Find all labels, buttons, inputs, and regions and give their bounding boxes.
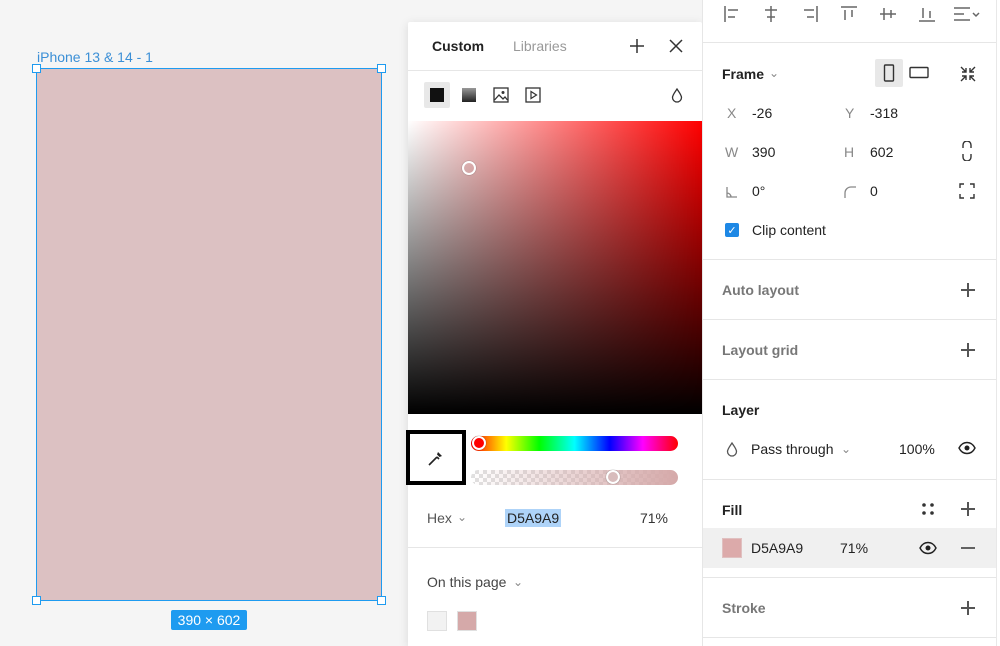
constrain-proportions-icon[interactable] — [961, 141, 973, 161]
align-vertical-center-icon[interactable] — [879, 5, 897, 23]
rotation-input[interactable]: 0° — [752, 183, 765, 199]
solid-fill-icon[interactable] — [424, 82, 450, 108]
remove-fill-icon[interactable] — [960, 541, 976, 555]
x-label: X — [727, 105, 737, 121]
fill-color-swatch[interactable] — [722, 538, 742, 558]
independent-corners-icon[interactable] — [959, 183, 975, 199]
chevron-down-icon[interactable]: ⌄ — [513, 575, 523, 589]
y-input[interactable]: -318 — [870, 105, 898, 121]
eye-icon[interactable] — [919, 541, 937, 555]
hex-input[interactable]: D5A9A9 — [505, 509, 562, 527]
layout-grid-title: Layout grid — [722, 342, 799, 358]
auto-layout-title: Auto layout — [722, 282, 799, 298]
clip-content-checkbox[interactable]: ✓ — [725, 223, 739, 237]
picker-tab-bar: Custom Libraries — [408, 22, 702, 71]
hue-slider[interactable] — [471, 436, 678, 451]
opacity-slider[interactable] — [471, 470, 678, 485]
video-fill-icon[interactable] — [520, 82, 546, 108]
align-left-icon[interactable] — [723, 5, 741, 23]
color-format-label[interactable]: Hex — [427, 510, 452, 526]
tab-custom[interactable]: Custom — [432, 38, 484, 54]
align-right-icon[interactable] — [801, 5, 819, 23]
page-swatch-light[interactable] — [427, 611, 447, 631]
opacity-knob[interactable] — [606, 470, 620, 484]
styles-grid-icon[interactable] — [921, 502, 935, 516]
paint-type-row — [408, 71, 702, 121]
saturation-knob[interactable] — [462, 161, 476, 175]
rotation-icon — [726, 187, 737, 198]
alignment-toolbar — [703, 0, 996, 43]
resize-handle-bottom-right[interactable] — [377, 596, 386, 605]
resize-handle-top-right[interactable] — [377, 64, 386, 73]
gradient-fill-icon[interactable] — [456, 82, 482, 108]
resize-handle-bottom-left[interactable] — [32, 596, 41, 605]
page-swatch-pink[interactable] — [457, 611, 477, 631]
align-top-icon[interactable] — [840, 5, 858, 23]
layout-grid-section: Layout grid — [703, 320, 997, 380]
fill-hex-input[interactable]: D5A9A9 — [751, 540, 803, 556]
auto-layout-section: Auto layout — [703, 260, 997, 320]
close-icon[interactable] — [667, 37, 685, 55]
add-auto-layout-icon[interactable] — [961, 283, 975, 297]
image-fill-icon[interactable] — [488, 82, 514, 108]
align-horizontal-center-icon[interactable] — [762, 5, 780, 23]
opacity-input[interactable]: 71% — [640, 510, 668, 526]
blend-mode-drop-icon[interactable] — [666, 82, 688, 108]
fill-title: Fill — [722, 502, 743, 518]
h-label: H — [844, 144, 855, 160]
frame-section: Frame ⌄ X -26 Y -318 W 390 H 602 0° 0 ✓ … — [703, 44, 997, 260]
portrait-icon[interactable] — [875, 59, 903, 87]
on-this-page-dropdown[interactable]: On this page — [427, 574, 506, 590]
y-label: Y — [845, 105, 855, 121]
properties-panel: Frame ⌄ X -26 Y -318 W 390 H 602 0° 0 ✓ … — [702, 0, 997, 646]
resize-to-fit-icon[interactable] — [959, 65, 977, 83]
saturation-brightness-area[interactable] — [408, 121, 702, 414]
frame-name-label[interactable]: iPhone 13 & 14 - 1 — [37, 49, 153, 65]
eyedropper-button[interactable] — [406, 430, 466, 485]
distribute-menu-icon[interactable] — [953, 5, 981, 23]
landscape-icon[interactable] — [909, 66, 929, 80]
align-bottom-icon[interactable] — [918, 5, 936, 23]
eyedropper-icon — [428, 451, 442, 466]
corner-radius-input[interactable]: 0 — [870, 183, 878, 199]
frame-title[interactable]: Frame — [722, 66, 764, 82]
fill-row[interactable]: D5A9A9 71% — [703, 528, 997, 568]
chevron-down-icon[interactable]: ⌄ — [457, 510, 467, 524]
tab-libraries[interactable]: Libraries — [513, 38, 567, 54]
panel-scrollbar[interactable] — [996, 0, 1000, 646]
color-picker-panel: Custom Libraries Hex ⌄ D5A9A9 71% On thi… — [406, 22, 702, 646]
add-layout-grid-icon[interactable] — [961, 343, 975, 357]
blend-mode-dropdown[interactable]: Pass through — [751, 441, 834, 457]
blend-mode-drop-icon — [726, 441, 738, 457]
layer-opacity-input[interactable]: 100% — [899, 441, 935, 457]
layer-title: Layer — [722, 402, 760, 418]
layer-section: Layer Pass through ⌄ 100% — [703, 380, 997, 480]
stroke-title: Stroke — [722, 600, 766, 616]
fill-opacity-input[interactable]: 71% — [840, 540, 868, 556]
iphone-frame[interactable] — [36, 68, 382, 601]
hue-knob[interactable] — [472, 436, 486, 450]
w-label: W — [725, 144, 739, 160]
resize-handle-top-left[interactable] — [32, 64, 41, 73]
dimensions-badge: 390 × 602 — [171, 610, 247, 630]
add-fill-icon[interactable] — [961, 502, 975, 516]
x-input[interactable]: -26 — [752, 105, 772, 121]
divider — [408, 547, 702, 548]
chevron-down-icon[interactable]: ⌄ — [841, 442, 851, 456]
hex-input-row: Hex ⌄ D5A9A9 71% — [408, 500, 702, 548]
clip-content-label: Clip content — [752, 222, 826, 238]
stroke-section: Stroke — [703, 578, 997, 638]
width-input[interactable]: 390 — [752, 144, 775, 160]
chevron-down-icon[interactable]: ⌄ — [769, 66, 779, 80]
eye-icon[interactable] — [958, 441, 976, 455]
add-style-icon[interactable] — [628, 37, 646, 55]
height-input[interactable]: 602 — [870, 144, 893, 160]
corner-radius-icon — [844, 186, 856, 198]
add-stroke-icon[interactable] — [961, 601, 975, 615]
